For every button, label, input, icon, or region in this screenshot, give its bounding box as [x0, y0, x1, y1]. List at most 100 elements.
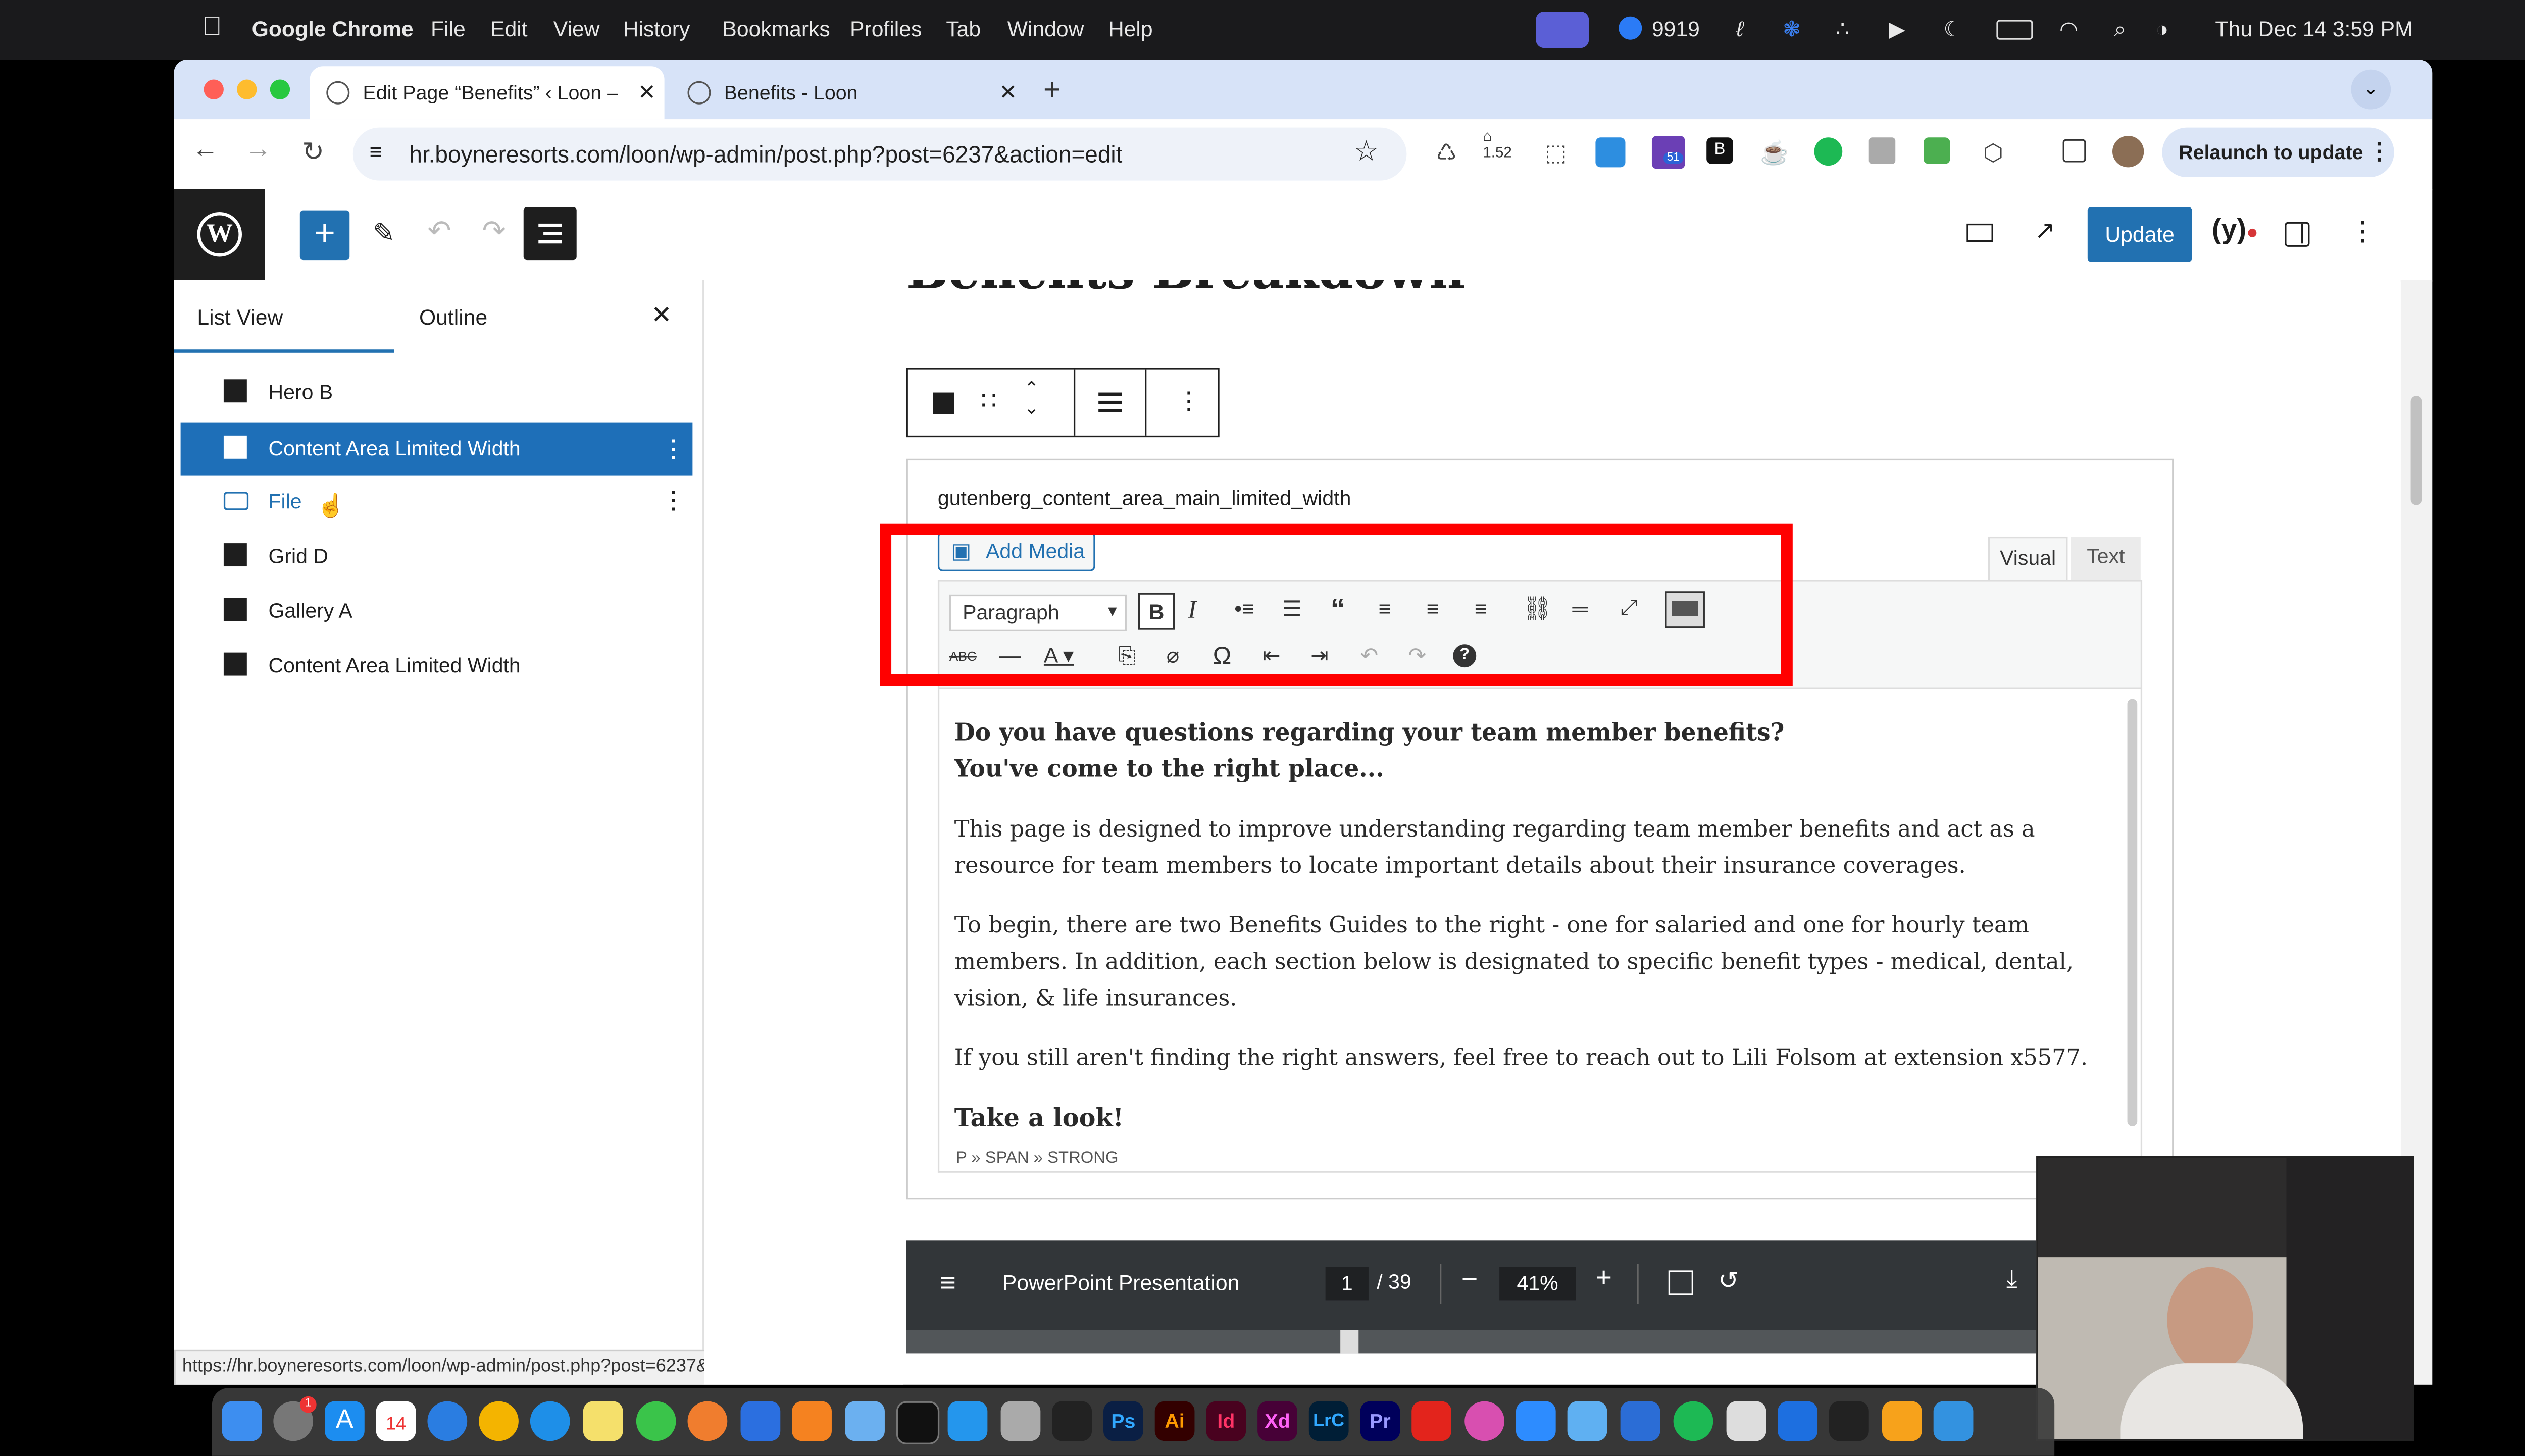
zoom-extension-icon[interactable]: ⌂ 1.52: [1483, 128, 1512, 161]
forward-icon[interactable]: →: [242, 136, 275, 166]
indesign-icon[interactable]: Id: [1206, 1401, 1246, 1441]
undo-icon[interactable]: ↶: [427, 216, 451, 249]
lightroom-icon[interactable]: LrC: [1308, 1401, 1349, 1441]
tab-list-view[interactable]: List View: [197, 305, 283, 330]
creative-cloud-icon[interactable]: [1464, 1401, 1504, 1441]
view-post-external-icon[interactable]: ↗: [2035, 216, 2055, 245]
messages-icon[interactable]: [636, 1401, 676, 1441]
download-icon[interactable]: ⤓: [2006, 1266, 2017, 1294]
extension-recycle-icon[interactable]: ♺: [1430, 139, 1463, 168]
pages-icon[interactable]: [1882, 1401, 1922, 1441]
close-tab-icon[interactable]: ✕: [638, 79, 656, 106]
chrome-icon[interactable]: [479, 1401, 519, 1441]
menu-tab[interactable]: Tab: [946, 17, 981, 41]
relaunch-button[interactable]: Relaunch to update ⋮: [2162, 127, 2394, 178]
list-item-content-area-2[interactable]: Content Area Limited Width: [181, 641, 693, 691]
extension-gray-icon[interactable]: [1868, 137, 1896, 164]
menu-window[interactable]: Window: [1007, 17, 1084, 41]
markdown-icon[interactable]: [1620, 1401, 1660, 1441]
yoast-icon[interactable]: (y)●: [2212, 214, 2258, 247]
list-item-file[interactable]: File ☝ ⋮: [181, 477, 693, 527]
close-window-button[interactable]: [204, 79, 224, 99]
extension-s-icon[interactable]: [1595, 137, 1626, 168]
minimize-window-button[interactable]: [237, 79, 257, 99]
app-store-icon[interactable]: A: [325, 1401, 365, 1441]
a-app-icon[interactable]: [1778, 1401, 1818, 1441]
extension-grad-icon[interactable]: 51: [1651, 136, 1685, 169]
extension-b-icon[interactable]: B: [1706, 137, 1733, 164]
game-controller-icon[interactable]: [1726, 1401, 1766, 1441]
photos-icon[interactable]: [687, 1401, 728, 1441]
clock[interactable]: Thu Dec 14 3:59 PM: [2215, 17, 2412, 41]
mysql-icon[interactable]: [845, 1401, 885, 1441]
battery-icon[interactable]: [1996, 20, 2033, 40]
wifi-icon[interactable]: ◠: [2059, 17, 2078, 43]
align-icon[interactable]: [1098, 392, 1122, 412]
app-name[interactable]: Google Chrome: [252, 17, 414, 41]
wp-logo-button[interactable]: W: [174, 189, 265, 280]
edit-tools-pencil-icon[interactable]: ✎: [373, 217, 395, 250]
list-item-content-area-selected[interactable]: Content Area Limited Width ⋮: [180, 422, 693, 476]
font-book-icon[interactable]: [1000, 1401, 1041, 1441]
tab-text[interactable]: Text: [2071, 536, 2141, 580]
preview-desktop-icon[interactable]: [1966, 223, 1993, 242]
options-more-icon[interactable]: ⋮: [2349, 216, 2376, 249]
page-number-input[interactable]: 1: [1325, 1267, 1369, 1301]
preview-icon[interactable]: [1933, 1401, 1974, 1441]
play-icon[interactable]: ▶: [1889, 17, 1905, 43]
menu-icon[interactable]: ≡: [939, 1267, 956, 1301]
apple-icon[interactable]: : [202, 13, 222, 43]
zoom-input[interactable]: 41%: [1499, 1267, 1576, 1301]
spotify-icon[interactable]: [1673, 1401, 1713, 1441]
activity-icon[interactable]: ∴: [1836, 17, 1849, 43]
editor-scrollbar[interactable]: [2127, 699, 2138, 1126]
extension-green-icon[interactable]: [1924, 137, 1950, 164]
block-more-icon[interactable]: ⋮: [1176, 386, 1201, 416]
tab-edit-page[interactable]: Edit Page “Benefits” ‹ Loon – ✕: [310, 66, 665, 120]
grammarly-icon[interactable]: [1814, 137, 1843, 166]
block-options-icon[interactable]: ⋮: [661, 485, 686, 515]
safari-icon[interactable]: [530, 1401, 570, 1441]
menu-help[interactable]: Help: [1108, 17, 1153, 41]
block-options-icon[interactable]: ⋮: [661, 434, 686, 464]
mail-icon[interactable]: [427, 1401, 468, 1441]
new-tab-button[interactable]: +: [1032, 70, 1072, 110]
close-icon[interactable]: ✕: [651, 300, 672, 330]
redo-icon[interactable]: ↷: [482, 216, 506, 249]
vpn-icon[interactable]: [1619, 16, 1642, 40]
close-tab-icon[interactable]: ✕: [999, 79, 1017, 106]
address-bar[interactable]: ≡ hr.boyneresorts.com/loon/wp-admin/post…: [352, 127, 1407, 181]
tooth-icon[interactable]: ❃: [1783, 17, 1801, 43]
update-button[interactable]: Update: [2087, 207, 2192, 262]
control-center-icon[interactable]: ◑: [2155, 17, 2168, 41]
page-heading[interactable]: Benefits Breakdown: [906, 280, 1466, 301]
side-panel-icon[interactable]: [2062, 139, 2086, 163]
zoom-out-icon[interactable]: −: [1461, 1264, 1478, 1297]
docker-icon[interactable]: [947, 1401, 988, 1441]
terminal-icon[interactable]: [896, 1401, 940, 1444]
back-icon[interactable]: ←: [189, 136, 222, 166]
script-icon[interactable]: ℓ: [1736, 17, 1743, 41]
extension-cup-icon[interactable]: ☕: [1758, 139, 1791, 168]
calendar-icon[interactable]: 14: [376, 1401, 416, 1441]
extensions-puzzle-icon[interactable]: ⬡: [1977, 139, 2010, 168]
sublime-icon[interactable]: [792, 1401, 832, 1441]
list-item-hero-b[interactable]: Hero B: [181, 368, 693, 417]
acrobat-icon[interactable]: [1411, 1401, 1451, 1441]
profile-avatar[interactable]: [2112, 136, 2144, 168]
list-item-gallery-a[interactable]: Gallery A: [181, 586, 693, 636]
notes-icon[interactable]: [583, 1401, 623, 1441]
tab-benefits[interactable]: Benefits - Loon ✕: [671, 66, 1026, 119]
tab-outline[interactable]: Outline: [419, 305, 487, 330]
site-info-icon[interactable]: ≡: [370, 139, 382, 164]
tooth-app-icon[interactable]: [740, 1401, 781, 1441]
block-type-icon[interactable]: [933, 392, 954, 414]
tab-search-chevron-icon[interactable]: ⌄: [2351, 69, 2391, 110]
tab-visual[interactable]: Visual: [1988, 536, 2068, 580]
rotate-icon[interactable]: ↺: [1718, 1266, 1739, 1295]
finder-icon[interactable]: [222, 1401, 262, 1441]
document-overview-button[interactable]: [523, 207, 577, 261]
list-item-grid-d[interactable]: Grid D: [181, 532, 693, 581]
screen-share-icon[interactable]: [1536, 11, 1589, 48]
menu-edit[interactable]: Edit: [490, 17, 528, 41]
